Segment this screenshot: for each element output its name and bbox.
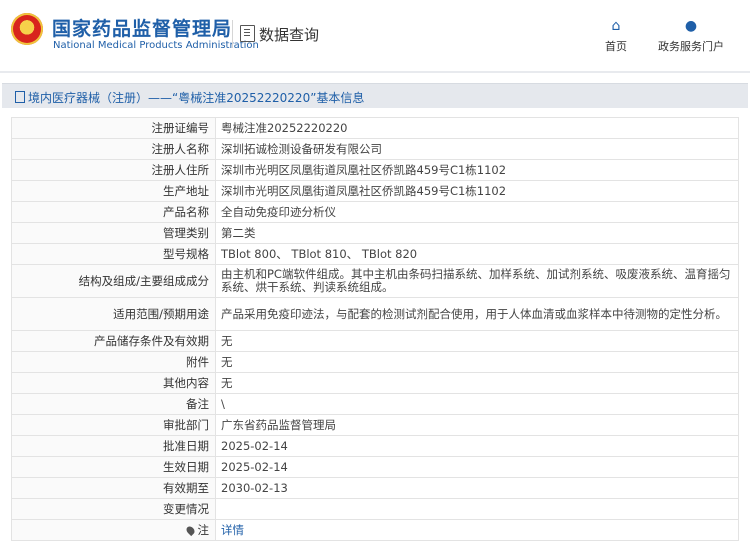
field-value: 无 [215, 372, 739, 394]
details-link[interactable]: 详情 [221, 523, 244, 537]
header-divider [232, 20, 233, 48]
field-value: 由主机和PC端软件组成。其中主机由条码扫描系统、加样系统、加试剂系统、吸废液系统… [215, 264, 739, 298]
field-label: 产品储存条件及有效期 [11, 330, 216, 352]
field-value: 无 [215, 330, 739, 352]
table-row: 注册证编号 粤械注准20252220220 [11, 117, 739, 139]
breadcrumb-bar: 境内医疗器械（注册）——“粤械注准20252220220”基本信息 [2, 83, 748, 108]
data-query-link[interactable]: 数据查询 [240, 24, 319, 45]
field-label: 注册证编号 [11, 117, 216, 139]
breadcrumb: 境内医疗器械（注册）——“粤械注准20252220220”基本信息 [15, 89, 364, 106]
field-label: 其他内容 [11, 372, 216, 394]
breadcrumb-text: 境内医疗器械（注册）——“粤械注准20252220220”基本信息 [28, 91, 365, 105]
table-row: 批准日期 2025-02-14 [11, 435, 739, 457]
field-value: 第二类 [215, 222, 739, 244]
field-value: 2025-02-14 [215, 435, 739, 457]
table-row: 注 详情 [11, 519, 739, 541]
field-label: 注册人住所 [11, 159, 216, 181]
field-value: 详情 [215, 519, 739, 541]
table-row: 产品储存条件及有效期 无 [11, 330, 739, 352]
field-label: 产品名称 [11, 201, 216, 223]
nav-government-services[interactable]: ● 政务服务门户 [653, 18, 729, 54]
table-row: 有效期至 2030-02-13 [11, 477, 739, 499]
user-icon: ● [684, 18, 698, 34]
field-label: 备注 [11, 393, 216, 415]
field-label: 生产地址 [11, 180, 216, 202]
table-row: 管理类别 第二类 [11, 222, 739, 244]
site-title-cn: 国家药品监督管理局 [52, 18, 233, 40]
pin-icon [184, 524, 196, 536]
document-search-icon [240, 25, 255, 42]
field-label: 有效期至 [11, 477, 216, 499]
table-row: 注册人名称 深圳拓诚检测设备研发有限公司 [11, 138, 739, 160]
document-icon [15, 91, 25, 103]
table-row: 生效日期 2025-02-14 [11, 456, 739, 478]
field-label: 型号规格 [11, 243, 216, 265]
nav-government-services-label: 政务服务门户 [658, 40, 724, 53]
site-title-en: National Medical Products Administration [53, 40, 259, 51]
table-row: 型号规格 TBlot 800、 TBlot 810、 TBlot 820 [11, 243, 739, 265]
table-row: 其他内容 无 [11, 372, 739, 394]
table-row: 结构及组成/主要组成成分 由主机和PC端软件组成。其中主机由条码扫描系统、加样系… [11, 264, 739, 298]
field-label: 适用范围/预期用途 [11, 297, 216, 331]
data-query-label: 数据查询 [259, 26, 320, 44]
nav-home-label: 首页 [605, 40, 627, 53]
table-row: 审批部门 广东省药品监督管理局 [11, 414, 739, 436]
table-row: 附件 无 [11, 351, 739, 373]
site-header: 国家药品监督管理局 National Medical Products Admi… [0, 0, 750, 72]
field-value: TBlot 800、 TBlot 810、 TBlot 820 [215, 243, 739, 265]
table-row: 产品名称 全自动免疫印迹分析仪 [11, 201, 739, 223]
field-label: 附件 [11, 351, 216, 373]
field-value: 粤械注准20252220220 [215, 117, 739, 139]
table-row: 备注 \ [11, 393, 739, 415]
table-row: 适用范围/预期用途 产品采用免疫印迹法，与配套的检测试剂配合使用，用于人体血清或… [11, 297, 739, 331]
field-label: 生效日期 [11, 456, 216, 478]
field-label: 批准日期 [11, 435, 216, 457]
field-label: 变更情况 [11, 498, 216, 520]
nav-home[interactable]: ⌂ 首页 [600, 18, 632, 54]
table-row: 变更情况 [11, 498, 739, 520]
field-value: 深圳市光明区凤凰街道凤凰社区侨凯路459号C1栋1102 [215, 180, 739, 202]
field-value [215, 498, 739, 520]
field-label: 审批部门 [11, 414, 216, 436]
field-value: 产品采用免疫印迹法，与配套的检测试剂配合使用，用于人体血清或血浆样本中待测物的定… [215, 297, 739, 331]
field-value: 深圳市光明区凤凰街道凤凰社区侨凯路459号C1栋1102 [215, 159, 739, 181]
field-value: 2030-02-13 [215, 477, 739, 499]
field-value: 广东省药品监督管理局 [215, 414, 739, 436]
field-value: 全自动免疫印迹分析仪 [215, 201, 739, 223]
national-emblem-logo [11, 13, 43, 45]
field-value: 2025-02-14 [215, 456, 739, 478]
note-label-text: 注 [197, 522, 210, 537]
field-value: \ [215, 393, 739, 415]
device-info-table: 注册证编号 粤械注准20252220220 注册人名称 深圳拓诚检测设备研发有限… [11, 117, 739, 541]
table-row: 注册人住所 深圳市光明区凤凰街道凤凰社区侨凯路459号C1栋1102 [11, 159, 739, 181]
note-label: 注 [11, 519, 216, 541]
home-icon: ⌂ [611, 18, 621, 34]
field-value: 无 [215, 351, 739, 373]
field-label: 注册人名称 [11, 138, 216, 160]
field-label: 管理类别 [11, 222, 216, 244]
header-bottom-line [0, 71, 750, 73]
table-row: 生产地址 深圳市光明区凤凰街道凤凰社区侨凯路459号C1栋1102 [11, 180, 739, 202]
field-label: 结构及组成/主要组成成分 [11, 264, 216, 298]
field-value: 深圳拓诚检测设备研发有限公司 [215, 138, 739, 160]
